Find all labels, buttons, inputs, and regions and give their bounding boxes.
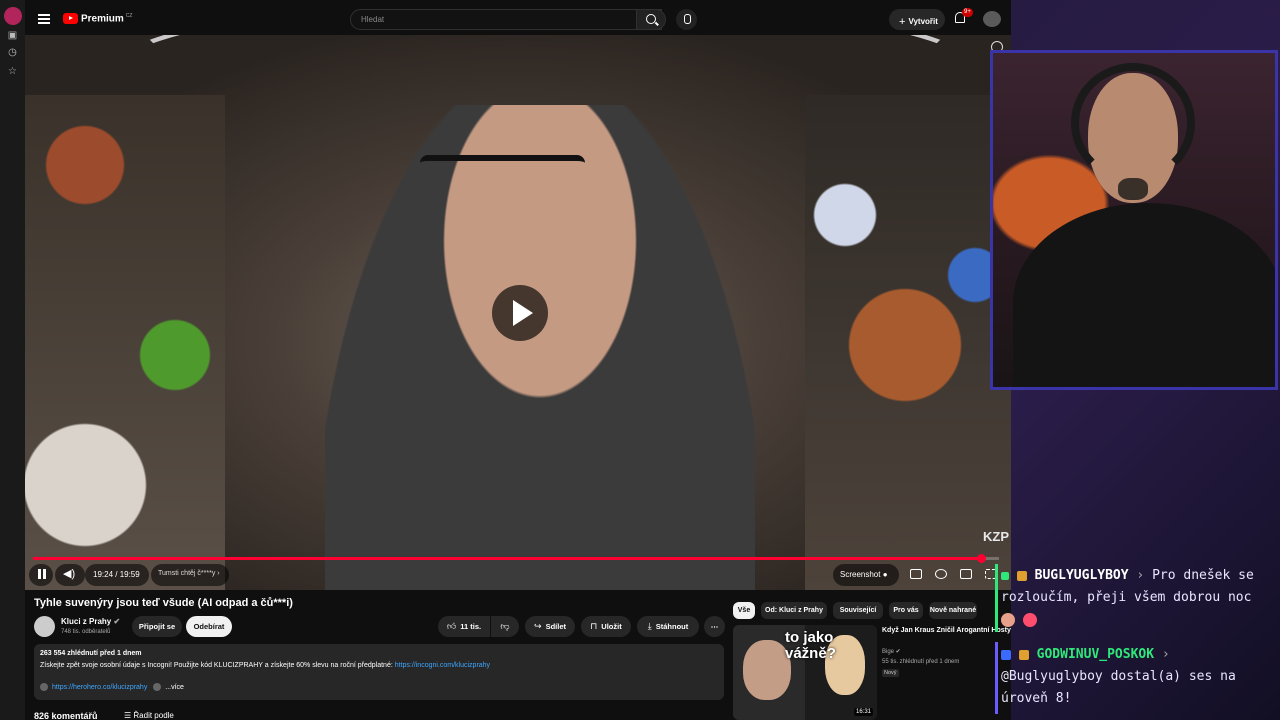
download-icon: ⤓ — [647, 621, 652, 631]
screenshot-button[interactable]: Screenshot ● — [840, 570, 888, 579]
search-input[interactable]: Hledat — [350, 9, 662, 30]
chat-username[interactable]: GODWINUV_POSKOK — [1037, 647, 1154, 662]
comments-count: 826 komentářů — [34, 711, 98, 720]
create-button[interactable]: + Vytvořit — [889, 9, 945, 30]
recommended-title[interactable]: Když Jan Kraus Zničil Arogantní Hosty — [882, 626, 1011, 635]
new-badge: Nový — [882, 669, 899, 677]
thumbnail-face-left — [743, 640, 791, 700]
browser-logo-icon[interactable] — [4, 7, 22, 25]
subscribe-button[interactable]: Odebírat — [186, 616, 232, 637]
description-box[interactable]: 263 554 zhlédnutí před 1 dnem Získejte z… — [34, 644, 724, 700]
wave-emote-icon — [1001, 612, 1015, 627]
video-frame-left — [25, 95, 225, 590]
recommended-meta: 55 tis. zhlédnutí před 1 dnem — [882, 659, 960, 665]
channel-avatar[interactable] — [34, 616, 55, 637]
thumbs-up-icon: 👍︎ — [446, 621, 457, 631]
chat-separator: › — [1161, 647, 1170, 662]
chip-related[interactable]: Související — [833, 602, 883, 619]
notification-badge: 9+ — [962, 8, 973, 17]
search-icon[interactable] — [636, 9, 666, 30]
share-button[interactable]: ↪ Sdílet — [525, 616, 575, 637]
recommended-channel[interactable]: Bige ✔ — [882, 648, 901, 655]
badge-icon — [1001, 571, 1009, 580]
save-button[interactable]: ⊓ Uložit — [581, 616, 631, 637]
heart-emote-icon — [1022, 612, 1037, 627]
chat-message: BUGLYUGLYBOY › Pro dnešek se rozloučím, … — [1001, 565, 1271, 631]
youtube-logo-icon[interactable] — [63, 13, 78, 24]
subscriber-count: 748 tis. odběratelů — [61, 629, 111, 635]
dislike-button[interactable]: 👎︎ — [491, 616, 519, 637]
join-button[interactable]: Připojit se — [132, 616, 182, 637]
channel-watermark: KZP — [983, 529, 1009, 544]
badge-icon — [1018, 649, 1029, 660]
link-icon — [40, 683, 48, 691]
badge-icon — [1016, 570, 1027, 581]
youtube-window: Premium CZ Hledat + Vytvořit 9+ KZP ◀) 19:… — [25, 0, 1011, 720]
volume-icon[interactable]: ◀) — [63, 568, 77, 580]
thumbs-down-icon: 👎︎ — [500, 621, 510, 631]
stream-chat: BUGLYUGLYBOY › Pro dnešek se rozloučím, … — [995, 560, 1280, 720]
webcam-overlay — [990, 50, 1278, 390]
chat-username[interactable]: BUGLYUGLYBOY — [1035, 568, 1129, 583]
star-icon[interactable]: ☆ — [7, 66, 18, 77]
more-link[interactable]: ...více — [165, 684, 184, 691]
chapter-title[interactable]: Tumsti chtěj č****y › — [158, 570, 220, 577]
channel-name[interactable]: Kluci z Prahy ✔ — [61, 617, 120, 626]
play-icon[interactable] — [492, 285, 548, 341]
chat-message: GODWINUV_POSKOK › @Buglyuglyboy dostal(a… — [1001, 644, 1271, 710]
like-button[interactable]: 👍︎ 11 tis. — [438, 616, 490, 637]
bookmark-icon[interactable]: ▣ — [7, 30, 18, 41]
more-actions-button[interactable]: ⋯ — [704, 616, 725, 637]
video-title: Tyhle suvenýry jsou teď všude (AI odpad … — [34, 597, 293, 609]
chat-separator: › — [1136, 568, 1145, 583]
share-icon: ↪ — [534, 621, 542, 631]
bookmark-icon: ⊓ — [590, 621, 598, 631]
description-links: https://herohero.co/klucizprahy ...více — [40, 683, 184, 691]
chat-text: @Buglyuglyboy dostal(a) ses na úroveň 8! — [1001, 669, 1236, 706]
video-player[interactable]: KZP ◀) 19:24 / 19:59 Tumsti chtěj č****y… — [25, 35, 1011, 590]
link-icon — [153, 683, 162, 691]
chip-from-channel[interactable]: Od: Kluci z Prahy — [761, 602, 827, 619]
menu-icon[interactable] — [38, 14, 50, 24]
progress-bar[interactable] — [33, 554, 999, 563]
time-display: 19:24 / 19:59 — [93, 570, 140, 579]
recommended-thumbnail[interactable]: to jako vážně? 16:31 — [733, 625, 877, 720]
video-frame-right — [805, 95, 1011, 590]
view-stats: 263 554 zhlédnutí před 1 dnem — [40, 650, 142, 657]
browser-side-rail: ▣ ◷ ☆ — [0, 0, 25, 720]
brand-label[interactable]: Premium CZ — [81, 13, 132, 24]
miniplayer-icon[interactable] — [960, 569, 972, 579]
thumbnail-text: to jako vážně? — [785, 629, 836, 662]
chip-for-you[interactable]: Pro vás — [889, 602, 923, 619]
video-frame-glasses — [420, 155, 585, 197]
download-button[interactable]: ⤓ Stáhnout — [637, 616, 699, 637]
chip-all[interactable]: Vše — [733, 602, 755, 619]
subtitles-icon[interactable] — [910, 569, 922, 579]
badge-icon — [1001, 649, 1011, 660]
chip-new[interactable]: Nově nahrané — [929, 602, 977, 619]
pause-icon[interactable] — [38, 569, 46, 579]
incogni-link[interactable]: https://incogni.com/klucizprahy — [395, 662, 490, 669]
microphone-icon[interactable] — [676, 9, 697, 30]
chat-message-accent — [995, 564, 998, 632]
herohero-link[interactable]: https://herohero.co/klucizprahy — [52, 684, 147, 691]
account-avatar[interactable] — [983, 11, 1001, 27]
top-bar: Premium CZ Hledat + Vytvořit 9+ — [25, 5, 1011, 35]
headphones-icon — [1071, 63, 1195, 183]
progress-fill — [33, 557, 982, 560]
settings-icon[interactable] — [935, 569, 947, 579]
webcam-shirt — [1013, 203, 1275, 387]
video-duration: 16:31 — [853, 708, 873, 716]
history-icon[interactable]: ◷ — [7, 47, 18, 58]
sort-button[interactable]: ☰ Řadit podle — [124, 711, 174, 720]
chat-message-accent — [995, 642, 998, 714]
plus-icon: + — [899, 16, 906, 28]
search-placeholder: Hledat — [361, 15, 385, 24]
description-text: Získejte zpět svoje osobní údaje s Incog… — [40, 662, 491, 669]
